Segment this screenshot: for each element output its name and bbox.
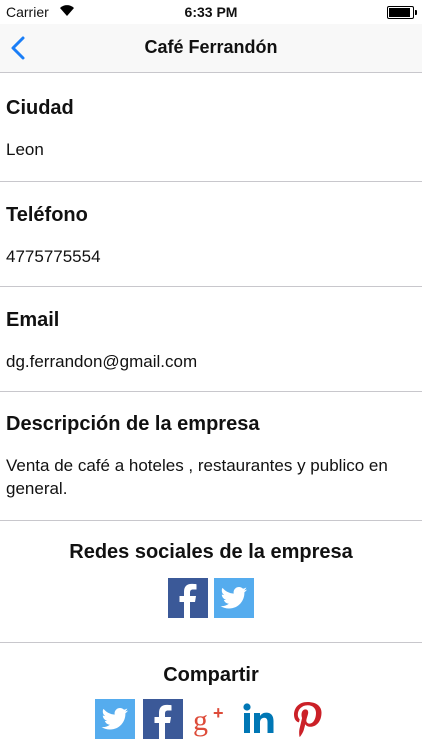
telefono-section: Teléfono 4775775554 <box>0 182 422 287</box>
compartir-icon-row: g + <box>0 699 422 739</box>
redes-section: Redes sociales de la empresa <box>0 521 422 643</box>
svg-text:g: g <box>193 704 208 737</box>
linkedin-icon[interactable] <box>239 699 279 739</box>
nav-title: Café Ferrandón <box>144 37 278 57</box>
battery-icon <box>387 6 417 19</box>
svg-text:+: + <box>213 703 224 723</box>
telefono-value[interactable]: 4775775554 <box>6 227 416 267</box>
status-time: 6:33 PM <box>184 4 238 20</box>
email-section: Email dg.ferrandon@gmail.com <box>0 287 422 392</box>
navigation-bar: Café Ferrandón <box>0 24 422 73</box>
battery-fill <box>389 8 410 17</box>
compartir-heading: Compartir <box>163 664 259 686</box>
facebook-icon[interactable] <box>143 699 183 739</box>
descripcion-section: Descripción de la empresa Venta de café … <box>0 392 422 521</box>
status-bar: Carrier 6:33 PM <box>0 0 422 24</box>
ciudad-label: Ciudad <box>6 97 74 119</box>
google-plus-icon[interactable]: g + <box>191 699 231 739</box>
twitter-icon[interactable] <box>95 699 135 739</box>
descripcion-value: Venta de café a hoteles , restaurantes y… <box>6 456 388 498</box>
pinterest-icon[interactable] <box>287 699 327 739</box>
redes-icon-row <box>0 578 422 618</box>
facebook-icon[interactable] <box>168 578 208 618</box>
descripcion-label: Descripción de la empresa <box>6 413 260 435</box>
twitter-icon[interactable] <box>214 578 254 618</box>
email-label: Email <box>6 309 60 331</box>
email-value[interactable]: dg.ferrandon@gmail.com <box>6 332 416 372</box>
telefono-label: Teléfono <box>6 204 88 226</box>
detail-content: Ciudad Leon Teléfono 4775775554 Email dg… <box>0 73 422 752</box>
redes-heading: Redes sociales de la empresa <box>69 541 353 563</box>
ciudad-value: Leon <box>6 140 44 159</box>
compartir-section: Compartir g + <box>0 643 422 752</box>
ciudad-section: Ciudad Leon <box>0 73 422 182</box>
